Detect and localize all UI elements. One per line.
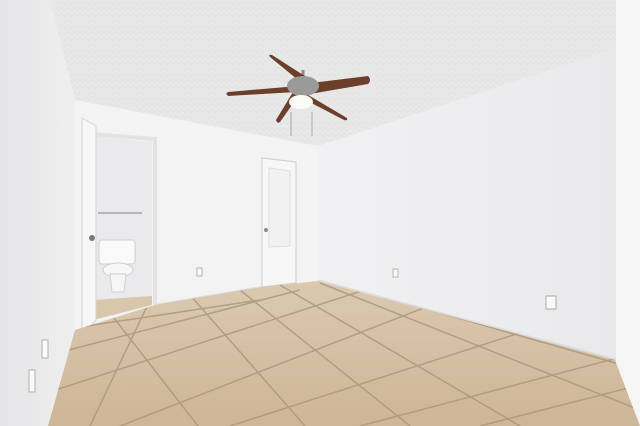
left-wall: [0, 0, 75, 426]
outlet-icon: [196, 267, 203, 277]
outlet-icon: [392, 268, 399, 278]
open-door-icon: [81, 117, 97, 338]
outlet-icon: [41, 339, 49, 359]
outlet-icon: [545, 295, 557, 310]
closet-door-icon: [261, 157, 297, 288]
right-edge-wall: [616, 0, 640, 426]
outlet-icon: [28, 369, 36, 393]
empty-bedroom-photo: [0, 0, 640, 426]
